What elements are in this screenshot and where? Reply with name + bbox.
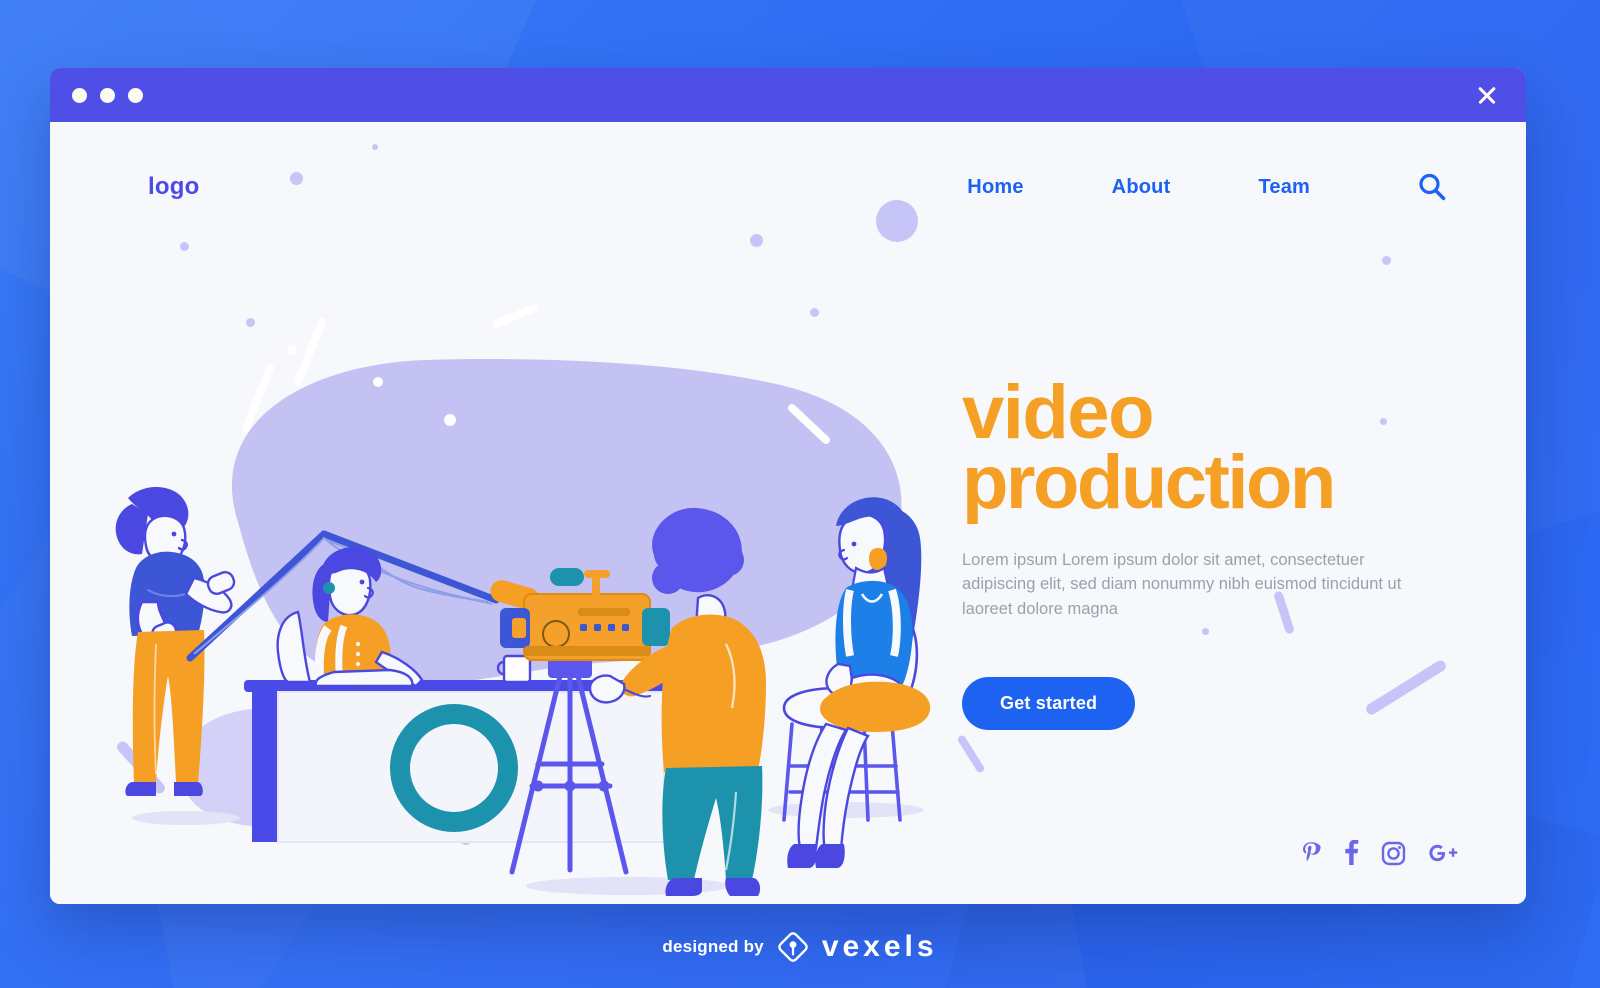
decor-dot [1382,256,1391,265]
nav-link-about[interactable]: About [1112,176,1171,199]
blob-sparkle-dot [373,377,383,387]
blob-sparkle-dot [444,414,456,426]
instagram-icon[interactable] [1381,841,1406,866]
vexels-watermark: designed by vexels [0,930,1600,964]
traffic-light-maximize-dot[interactable] [128,87,143,103]
nav-links: Home About Team [967,171,1448,203]
vexels-diamond-icon [777,932,808,962]
window-titlebar [50,68,1526,122]
camera-viewfinder [642,608,670,646]
nav-link-team[interactable]: Team [1258,176,1310,199]
page-canvas: logo Home About Team video production Lo… [50,122,1526,904]
earring [323,582,335,594]
page-title: video production [962,375,1482,525]
search-icon[interactable] [1416,171,1448,203]
nav-link-home[interactable]: Home [967,176,1023,199]
googleplus-icon[interactable] [1428,841,1458,865]
blob-sparkle-dot [287,345,297,355]
pinterest-icon[interactable] [1300,840,1322,866]
browser-window: logo Home About Team video production Lo… [50,68,1526,904]
site-logo[interactable]: logo [148,173,199,201]
headline-line-2: production [962,439,1336,525]
coffee-mug [496,654,532,684]
studio-illustration [115,304,931,896]
social-links [1300,840,1458,866]
facebook-icon[interactable] [1344,840,1359,866]
hero-description: Lorem ipsum Lorem ipsum dolor sit amet, … [962,550,1402,618]
traffic-light-minimize-dot[interactable] [100,87,115,103]
close-icon[interactable] [1476,84,1498,106]
vexels-brand: vexels [821,930,938,963]
traffic-light-close-dot[interactable] [72,87,87,103]
get-started-button[interactable]: Get started [962,677,1136,731]
site-navigation: logo Home About Team [50,122,1526,252]
traffic-light-group [72,87,143,103]
camera-top-mic [550,568,584,586]
hero-block: video production Lorem ipsum Lorem ipsum… [962,375,1482,731]
page-root: logo Home About Team video production Lo… [0,0,1600,988]
designed-by-label: designed by [662,937,764,956]
floor-shadow [132,811,240,825]
